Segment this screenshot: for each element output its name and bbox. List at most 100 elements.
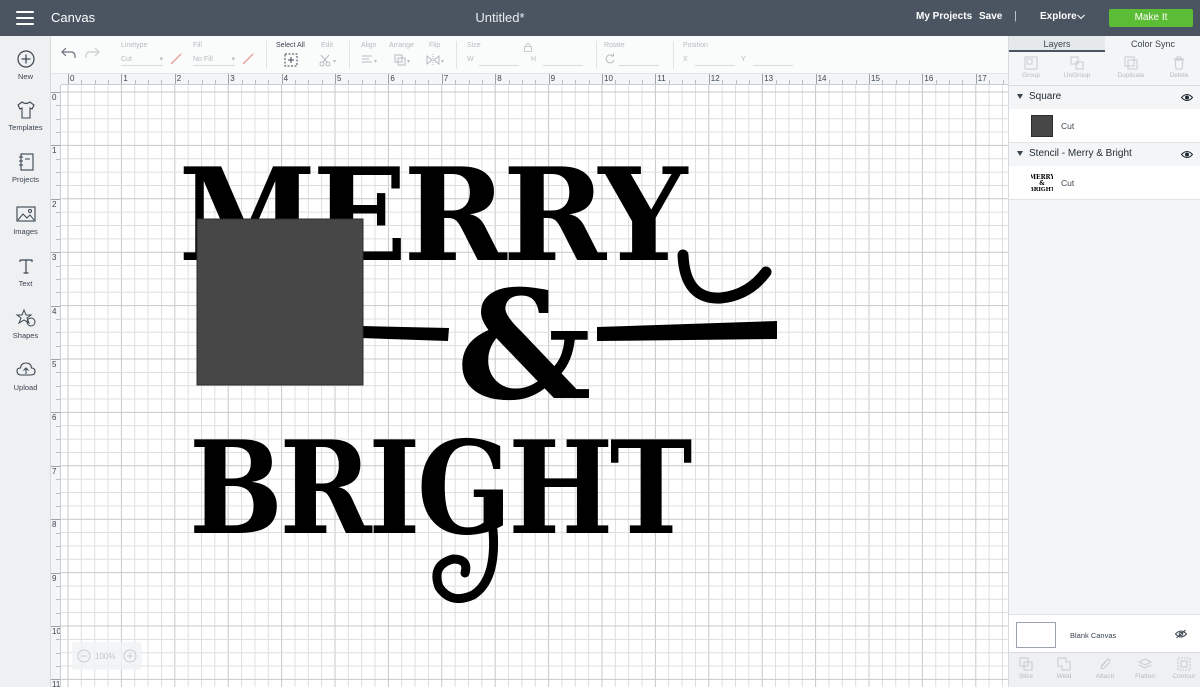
ruler-tick <box>174 74 176 84</box>
redo-icon[interactable] <box>84 46 100 60</box>
undo-icon[interactable] <box>61 46 77 60</box>
x-input[interactable] <box>695 54 735 66</box>
ruler-tick <box>495 74 497 84</box>
weld-icon <box>1057 657 1071 671</box>
ruler-subtick <box>575 80 577 84</box>
attach-label: Attach <box>1095 673 1115 680</box>
ruler-label: 14 <box>817 74 827 83</box>
my-projects-link[interactable]: My Projects <box>916 11 972 22</box>
ruler-subtick <box>94 80 96 84</box>
eye-icon[interactable] <box>1181 93 1193 102</box>
duplicate-button[interactable]: Duplicate <box>1111 56 1151 79</box>
delete-button[interactable]: Delete <box>1159 56 1199 79</box>
ruler-subtick <box>561 80 563 84</box>
ruler-subtick <box>188 80 190 84</box>
stencil-merry-bright[interactable]: MERRY & BRIGHT <box>61 85 1008 687</box>
arrange-icon[interactable]: ▾ <box>393 53 413 67</box>
zoom-control: 100% <box>72 642 142 670</box>
layer-group-stencil[interactable]: Stencil - Merry & Bright <box>1009 144 1200 166</box>
chevron-down-icon[interactable] <box>1077 13 1085 21</box>
ruler-subtick <box>56 105 60 107</box>
ruler-subtick <box>308 80 310 84</box>
ruler-label: 1 <box>52 146 57 156</box>
tab-layers[interactable]: Layers <box>1009 36 1105 52</box>
images-button[interactable]: Images <box>0 204 51 236</box>
select-all-icon[interactable] <box>284 53 298 67</box>
group-button[interactable]: Group <box>1011 56 1051 79</box>
fill-select[interactable]: No Fill ▾ <box>193 54 235 66</box>
caret-down-icon: ▾ <box>231 56 235 63</box>
y-input[interactable] <box>753 54 793 66</box>
new-button[interactable]: New <box>0 49 51 81</box>
fill-color-icon[interactable] <box>241 52 255 66</box>
zoom-out-icon[interactable] <box>77 649 91 663</box>
linetype-select[interactable]: Cut ▾ <box>121 54 163 66</box>
contour-label: Contour <box>1172 673 1196 680</box>
zoom-in-icon[interactable] <box>123 649 137 663</box>
ruler-subtick <box>56 132 60 134</box>
design-canvas[interactable]: MERRY & BRIGHT <box>61 85 1008 687</box>
flatten-button[interactable]: Flatten <box>1126 657 1164 680</box>
ruler-subtick <box>56 118 60 120</box>
height-input[interactable] <box>543 54 583 66</box>
ruler-label: 2 <box>176 74 182 83</box>
projects-button[interactable]: Projects <box>0 152 51 184</box>
ruler-label: 10 <box>52 627 61 636</box>
layer-row-stencil[interactable]: MERRY & BRIGHT Cut <box>1009 166 1200 200</box>
rotate-icon[interactable] <box>604 53 616 65</box>
ungroup-button[interactable]: UnGroup <box>1057 56 1097 79</box>
ruler-subtick <box>56 492 60 494</box>
make-it-button[interactable]: Make It <box>1109 9 1193 27</box>
lock-icon[interactable] <box>523 42 533 52</box>
save-link[interactable]: Save <box>979 11 1002 22</box>
width-input[interactable] <box>479 54 519 66</box>
ruler-tick <box>762 74 764 84</box>
ruler-subtick <box>521 80 523 84</box>
slice-icon <box>1019 657 1033 671</box>
svg-text:▾: ▾ <box>407 59 410 65</box>
flatten-label: Flatten <box>1135 673 1155 680</box>
flip-icon[interactable]: ▾ <box>425 53 447 67</box>
ruler-tick <box>228 74 230 84</box>
square-shape[interactable] <box>196 218 364 386</box>
upload-button[interactable]: Upload <box>0 360 51 392</box>
scissors-icon[interactable]: ▾ <box>319 53 339 67</box>
canvas-swatch[interactable] <box>1016 622 1056 648</box>
eye-hidden-icon[interactable] <box>1175 629 1187 639</box>
ruler-tick <box>441 74 443 84</box>
ruler-subtick <box>56 238 60 240</box>
ruler-subtick <box>375 80 377 84</box>
left-bar <box>361 326 449 341</box>
align-icon[interactable]: ▾ <box>360 53 380 67</box>
ruler-subtick <box>56 385 60 387</box>
ruler-subtick <box>535 80 537 84</box>
svg-text:▾: ▾ <box>333 59 336 65</box>
collapse-triangle-icon[interactable] <box>1017 94 1023 99</box>
ruler-subtick <box>588 80 590 84</box>
eye-icon[interactable] <box>1181 150 1193 159</box>
ungroup-label: UnGroup <box>1063 72 1091 79</box>
attach-button[interactable]: Attach <box>1086 657 1124 680</box>
layer-group-square[interactable]: Square <box>1009 87 1200 109</box>
linetype-color-icon[interactable] <box>169 52 183 66</box>
ruler-label: 8 <box>497 74 502 83</box>
ruler-subtick <box>254 80 256 84</box>
rotate-input[interactable] <box>619 54 659 66</box>
layer-name: Stencil - Merry & Bright <box>1029 148 1132 159</box>
thumb-amp: & <box>1039 180 1045 187</box>
tab-color-sync[interactable]: Color Sync <box>1105 36 1200 52</box>
blank-canvas-row[interactable]: Blank Canvas <box>1009 614 1200 652</box>
ruler-subtick <box>468 80 470 84</box>
contour-button[interactable]: Contour <box>1165 657 1200 680</box>
text-button[interactable]: Text <box>0 256 51 288</box>
collapse-triangle-icon[interactable] <box>1017 151 1023 156</box>
weld-button[interactable]: Weld <box>1045 657 1083 680</box>
layer-row-square[interactable]: Cut <box>1009 109 1200 143</box>
trash-icon <box>1174 56 1184 70</box>
select-all-label[interactable]: Select All <box>276 42 305 49</box>
templates-button[interactable]: Templates <box>0 100 51 132</box>
shapes-button[interactable]: Shapes <box>0 308 51 340</box>
explore-dropdown[interactable]: Explore <box>1040 11 1077 22</box>
ruler-label: 9 <box>550 74 556 83</box>
slice-button[interactable]: Slice <box>1007 657 1045 680</box>
